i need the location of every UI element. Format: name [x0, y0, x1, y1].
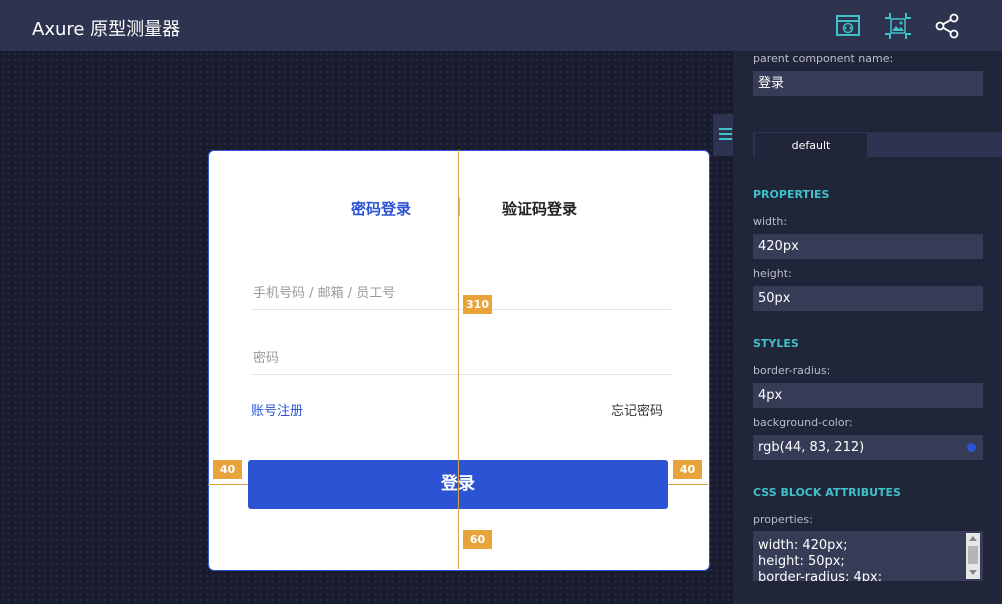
color-swatch [967, 443, 976, 452]
measure-line-vertical [458, 150, 459, 569]
height-field[interactable]: 50px [753, 286, 983, 311]
background-color-field[interactable]: rgb(44, 83, 212) [753, 435, 983, 460]
tab-default[interactable]: default [755, 133, 867, 158]
textarea-scrollbar[interactable] [966, 533, 980, 579]
tab-password-login[interactable]: 密码登录 [351, 198, 411, 219]
width-field[interactable]: 420px [753, 234, 983, 259]
border-radius-label: border-radius: [753, 364, 831, 377]
measure-badge-top: 310 [463, 295, 492, 314]
background-color-label: background-color: [753, 416, 853, 429]
scroll-down-icon[interactable] [969, 570, 977, 575]
app-title: Axure 原型测量器 [32, 19, 181, 40]
css-properties-textarea[interactable]: width: 420px; height: 50px; border-radiu… [753, 531, 983, 581]
forgot-password-link[interactable]: 忘记密码 [611, 400, 663, 419]
height-label: height: [753, 267, 792, 280]
account-input[interactable]: 手机号码 / 邮箱 / 员工号 [253, 282, 395, 301]
register-link[interactable]: 账号注册 [251, 400, 303, 419]
menu-icon-bar [719, 138, 732, 140]
parent-component-label: parent component name: [753, 52, 894, 65]
styles-heading: STYLES [753, 337, 799, 350]
width-label: width: [753, 215, 788, 228]
share-icon[interactable] [934, 12, 962, 40]
code-view-icon[interactable] [834, 12, 862, 40]
panel-toggle-handle[interactable] [713, 114, 733, 156]
password-input[interactable]: 密码 [253, 347, 279, 366]
menu-icon [719, 128, 732, 130]
background-color-value: rgb(44, 83, 212) [758, 440, 865, 455]
css-line: width: 420px; [758, 538, 848, 553]
scroll-thumb[interactable] [968, 546, 978, 564]
parent-component-field[interactable]: 登录 [753, 71, 983, 96]
properties-heading: PROPERTIES [753, 188, 830, 201]
tab-code-login[interactable]: 验证码登录 [502, 198, 577, 219]
account-input-underline [251, 309, 671, 310]
properties-label: properties: [753, 513, 813, 526]
measure-badge-bottom: 60 [463, 530, 492, 549]
css-line: border-radius: 4px; [758, 570, 883, 581]
scroll-up-icon[interactable] [969, 536, 977, 541]
menu-icon-bar [719, 133, 732, 135]
measure-badge-left: 40 [213, 460, 242, 479]
css-block-heading: CSS BLOCK ATTRIBUTES [753, 486, 901, 499]
border-radius-field[interactable]: 4px [753, 383, 983, 408]
image-export-icon[interactable] [884, 12, 912, 40]
tab-divider [459, 198, 460, 216]
css-line: height: 50px; [758, 554, 845, 569]
password-input-underline [251, 374, 671, 375]
measure-badge-right: 40 [673, 460, 702, 479]
measure-line-right [668, 484, 708, 485]
measure-line-left [208, 484, 248, 485]
